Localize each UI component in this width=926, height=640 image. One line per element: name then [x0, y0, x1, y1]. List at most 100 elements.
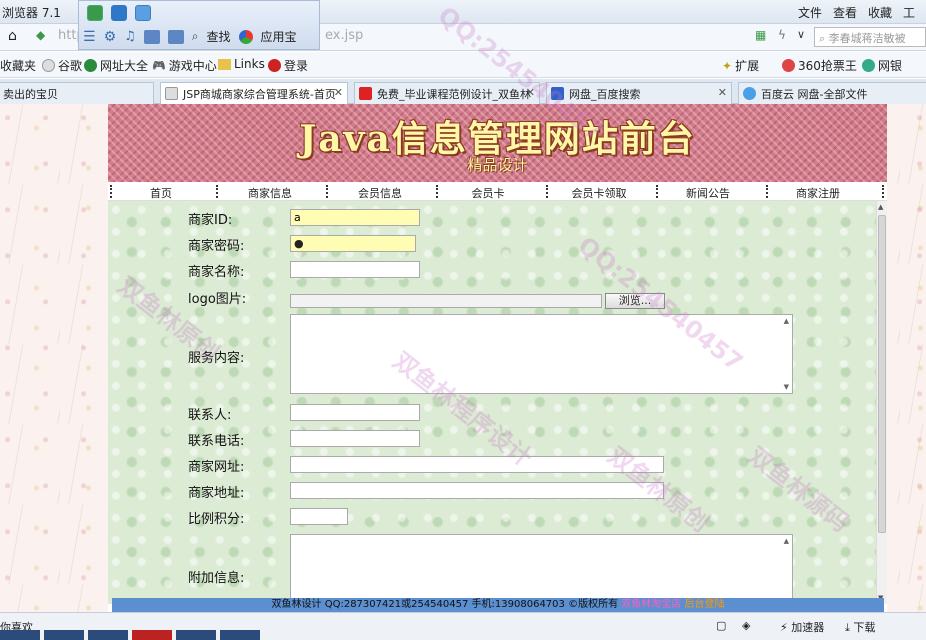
tab-free-course[interactable]: 免费_毕业课程范例设计_双鱼林 ✕ — [354, 82, 540, 104]
nav-separator — [882, 185, 884, 198]
bookmark-extensions[interactable]: ✦ 扩展 — [722, 57, 759, 74]
menu-file[interactable]: 文件 — [798, 4, 822, 21]
accelerator-button[interactable]: ⚡ 加速器 — [780, 619, 824, 635]
cloud-icon — [743, 87, 756, 100]
bookmark-google[interactable]: 谷歌 — [42, 57, 82, 74]
address-label: 商家地址: — [188, 486, 245, 501]
web-page: Java信息管理网站前台 精品设计 首页 商家信息 会员信息 会员卡 会员卡领取… — [0, 104, 926, 612]
bookmark-login[interactable]: 登录 — [268, 57, 308, 74]
close-icon[interactable]: ✕ — [334, 86, 343, 99]
bookmark-games[interactable]: 🎮 游戏中心 — [152, 57, 217, 74]
site-subtitle: 精品设计 — [467, 156, 528, 174]
compat-mode-icon[interactable]: ▦ — [755, 28, 766, 42]
lightning-icon[interactable]: ϟ — [778, 28, 786, 42]
address-input[interactable] — [290, 482, 664, 499]
scroll-up-icon[interactable]: ▲ — [784, 537, 789, 545]
login-icon — [268, 59, 281, 72]
scroll-up-icon[interactable]: ▲ — [878, 203, 883, 211]
service-label: 服务内容: — [188, 351, 245, 366]
browse-button[interactable]: 浏览... — [605, 293, 665, 309]
search-input[interactable]: ⌕ 李春城蒋洁敏被 — [814, 27, 926, 47]
bookmark-icon[interactable] — [167, 29, 184, 44]
merchant-id-input[interactable] — [290, 209, 420, 226]
taobao-shop-link[interactable]: 双鱼林淘宝店 — [621, 599, 681, 610]
download-button[interactable]: ⤓ 下载 — [845, 619, 875, 635]
merchant-name-input[interactable] — [290, 261, 420, 278]
bookmark-favorites[interactable]: 收藏夹 — [0, 57, 36, 74]
password-input[interactable]: ● — [290, 235, 416, 252]
merchant-form: 商家ID: 商家密码: ● 商家名称: logo图片: 浏览... 服务内容: … — [108, 201, 876, 604]
website-input[interactable] — [290, 456, 664, 473]
ratio-points-input[interactable] — [290, 508, 348, 525]
gear-icon[interactable]: ⚙ — [104, 29, 117, 45]
merchant-name-label: 商家名称: — [188, 265, 245, 280]
page-icon — [359, 87, 372, 100]
baidu-icon — [551, 87, 564, 100]
service-textarea[interactable]: ▲ ▼ — [290, 314, 793, 394]
tab-jsp-home[interactable]: JSP商城商家综合管理系统-首页 ✕ — [160, 82, 348, 105]
menu-favorites[interactable]: 收藏 — [868, 4, 892, 21]
site-container: Java信息管理网站前台 精品设计 首页 商家信息 会员信息 会员卡 会员卡领取… — [108, 104, 887, 612]
shield-icon[interactable]: ◈ — [742, 619, 750, 632]
taskbar-item[interactable] — [132, 630, 172, 640]
scrollbar-thumb[interactable] — [878, 215, 886, 533]
app-icon[interactable] — [87, 5, 103, 21]
scroll-down-icon[interactable]: ▼ — [784, 383, 789, 391]
nav-merchant-register[interactable]: 商家注册 — [768, 185, 868, 201]
page-icon[interactable]: ▢ — [716, 619, 726, 632]
phone-input[interactable] — [290, 430, 420, 447]
close-icon[interactable]: ✕ — [526, 86, 535, 99]
nav-separator — [216, 185, 218, 198]
url-suffix[interactable]: ex.jsp — [325, 28, 363, 43]
page-scrollbar[interactable]: ▲ ▼ — [876, 201, 887, 604]
sites-icon — [84, 59, 97, 72]
security-shield-icon: ◆ — [36, 28, 46, 42]
website-label: 商家网址: — [188, 460, 245, 475]
taskbar-item[interactable] — [176, 630, 216, 640]
folder-icon[interactable] — [143, 29, 160, 44]
chevron-down-icon[interactable]: ∨ — [797, 28, 805, 41]
admin-login-link[interactable]: 后台登陆 — [684, 599, 724, 610]
volume-icon[interactable]: ♫ — [124, 29, 136, 44]
gamepad-icon: 🎮 — [152, 59, 166, 72]
shield-icon[interactable] — [111, 5, 127, 21]
ticket-icon — [782, 59, 795, 72]
menu-icon[interactable]: ☰ — [83, 29, 96, 45]
nav-home[interactable]: 首页 — [111, 185, 211, 201]
nav-member-card[interactable]: 会员卡 — [438, 185, 538, 201]
bookmark-links[interactable]: Links — [218, 57, 265, 71]
bookmark-bank[interactable]: 网银 — [862, 57, 902, 74]
quick-app-label[interactable]: 应用宝 — [261, 28, 297, 45]
search-icon[interactable]: ⌕ — [192, 29, 199, 44]
contact-label: 联系人: — [188, 408, 232, 423]
scroll-up-icon[interactable]: ▲ — [784, 317, 789, 325]
bookmark-tickets[interactable]: 360抢票王 — [782, 57, 857, 74]
tab-sold-items[interactable]: 卖出的宝贝 — [0, 82, 154, 104]
logo-file-input[interactable] — [290, 294, 602, 308]
bookmark-sites[interactable]: 网址大全 — [84, 57, 148, 74]
bank-icon — [862, 59, 875, 72]
nav-member-info[interactable]: 会员信息 — [330, 185, 430, 201]
quick-find-label[interactable]: 查找 — [207, 28, 231, 45]
nav-card-claim[interactable]: 会员卡领取 — [549, 185, 649, 201]
taskbar-item[interactable] — [88, 630, 128, 640]
contact-input[interactable] — [290, 404, 420, 421]
taskbar-item[interactable] — [0, 630, 40, 640]
taskbar-item[interactable] — [44, 630, 84, 640]
close-icon[interactable]: ✕ — [718, 86, 727, 99]
taskbar-item[interactable] — [220, 630, 260, 640]
page-icon — [165, 87, 178, 100]
cloud-icon[interactable] — [135, 5, 151, 21]
tab-baidu-search[interactable]: 网盘_百度搜索 ✕ — [546, 82, 732, 104]
bookmarks-bar: 收藏夹 谷歌 网址大全 🎮 游戏中心 Links 登录 ✦ 扩展 360抢票王 网银 — [0, 52, 926, 78]
menu-view[interactable]: 查看 — [833, 4, 857, 21]
site-footer: 双鱼林设计 QQ:287307421或254540457 手机:13908064… — [112, 598, 884, 612]
site-nav: 首页 商家信息 会员信息 会员卡 会员卡领取 新闻公告 商家注册 — [108, 182, 887, 201]
nav-news[interactable]: 新闻公告 — [658, 185, 758, 201]
extra-info-textarea[interactable]: ▲ — [290, 534, 793, 604]
nav-merchant-info[interactable]: 商家信息 — [220, 185, 320, 201]
tab-baidu-cloud[interactable]: 百度云 网盘-全部文件 — [738, 82, 926, 104]
appstore-icon[interactable] — [238, 29, 253, 44]
tab-bar: 卖出的宝贝 JSP商城商家综合管理系统-首页 ✕ 免费_毕业课程范例设计_双鱼林 ✕… — [0, 79, 926, 105]
home-icon[interactable]: ⌂ — [8, 28, 17, 44]
